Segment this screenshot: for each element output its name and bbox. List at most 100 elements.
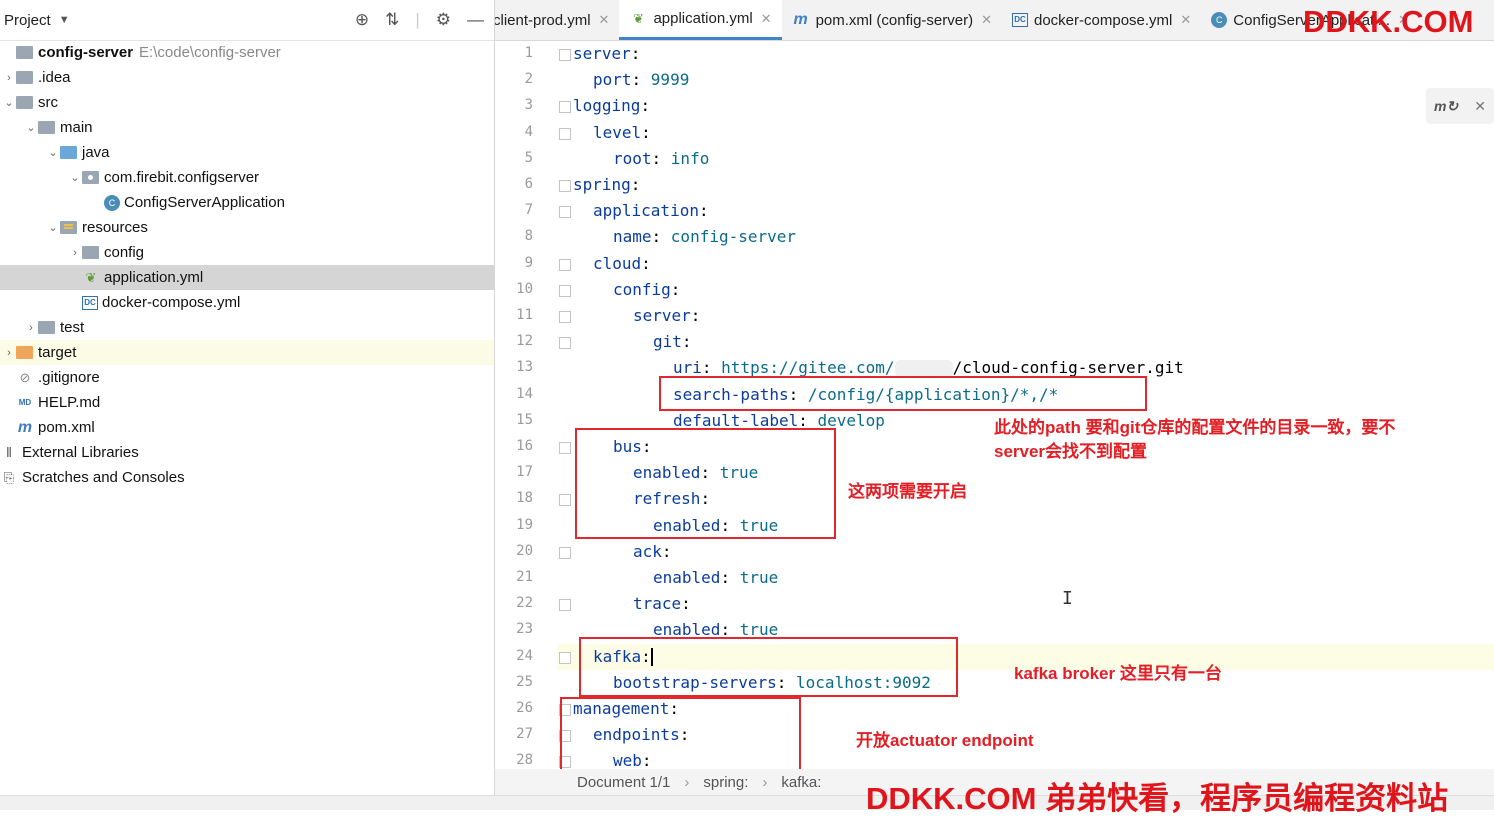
management-note: 开放actuator endpoint — [856, 731, 1034, 750]
tree-item[interactable]: ⫴ External Libraries — [0, 440, 494, 465]
line-number: 2 — [524, 71, 533, 88]
fold-marker-icon[interactable] — [559, 127, 571, 140]
code-line[interactable]: application: — [593, 198, 709, 224]
tree-item[interactable]: › config — [0, 240, 494, 265]
code-line[interactable]: enabled: true — [653, 565, 778, 591]
collapse-arrow-icon[interactable]: › — [68, 247, 82, 259]
code-line[interactable]: port: 9999 — [593, 67, 689, 93]
tree-item[interactable]: ⌄ src — [0, 90, 494, 115]
fold-marker-icon[interactable] — [559, 442, 571, 454]
project-tree: config-server E:\code\config-server › .idea… — [0, 40, 494, 490]
editor-tab[interactable]: ❦ application.yml ✕ — [619, 0, 782, 40]
tree-item[interactable]: ⌄ com.firebit.configserver — [0, 165, 494, 190]
close-icon[interactable]: ✕ — [599, 12, 610, 28]
yaml-key: enabled — [653, 568, 721, 587]
fold-marker-icon[interactable] — [559, 101, 571, 114]
tree-item[interactable]: › target — [0, 340, 494, 365]
code-line[interactable]: spring: — [573, 172, 640, 198]
fold-marker-icon[interactable] — [559, 599, 571, 612]
minimize-icon[interactable]: — — [467, 10, 484, 30]
line-number: 14 — [516, 385, 533, 402]
close-icon[interactable]: ✕ — [981, 12, 992, 28]
line-number: 21 — [516, 569, 533, 585]
collapse-icon[interactable]: ⇅ — [385, 10, 399, 30]
line-number: 20 — [516, 542, 533, 559]
folder-icon — [82, 246, 99, 259]
fold-marker-icon[interactable] — [559, 337, 571, 350]
code-line[interactable]: trace: — [633, 591, 691, 617]
fold-marker-icon[interactable] — [559, 206, 571, 219]
editor-tab[interactable]: client-prod.yml ✕ — [495, 0, 619, 40]
line-number: 17 — [516, 464, 533, 481]
expand-arrow-icon[interactable]: ⌄ — [46, 221, 60, 234]
tree-item[interactable]: ⊘ .gitignore — [0, 365, 494, 390]
code-line[interactable]: server: — [633, 303, 700, 329]
code-line[interactable]: git: — [653, 329, 692, 355]
excluded-folder-icon — [16, 346, 33, 359]
breadcrumb-item-spring[interactable]: spring: — [703, 774, 748, 791]
locate-icon[interactable]: ⊕ — [355, 10, 369, 30]
bus-highlight-box — [575, 428, 836, 539]
editor-tab[interactable]: m pom.xml (config-server) ✕ — [782, 0, 1002, 40]
tree-item[interactable]: ⌄ java — [0, 140, 494, 165]
line-number: 16 — [516, 438, 533, 454]
fold-marker-icon[interactable] — [559, 284, 571, 297]
collapse-arrow-icon[interactable]: › — [24, 322, 38, 334]
fold-marker-icon[interactable] — [559, 311, 571, 323]
tree-item[interactable]: ❦ application.yml — [0, 265, 494, 290]
tree-item[interactable]: C ConfigServerApplication — [0, 190, 494, 215]
project-view-selector[interactable]: Project — [0, 12, 51, 29]
fold-marker-icon[interactable] — [559, 258, 571, 271]
editor-tab[interactable]: DC docker-compose.yml ✕ — [1002, 0, 1201, 40]
text-cursor-icon: I — [1062, 588, 1073, 609]
tree-item-label: docker-compose.yml — [102, 294, 241, 311]
tree-item[interactable]: ⎘ Scratches and Consoles — [0, 465, 494, 490]
code-line[interactable]: level: — [593, 120, 651, 146]
yaml-value: https://gitee.com/ — [721, 358, 895, 378]
tree-item[interactable]: ⌄ resources — [0, 215, 494, 240]
line-number: 5 — [524, 149, 533, 166]
tab-label: pom.xml (config-server) — [815, 11, 974, 29]
chevron-down-icon[interactable]: ▼ — [59, 14, 70, 26]
fold-marker-icon[interactable] — [559, 494, 571, 507]
gear-icon[interactable]: ⚙ — [436, 10, 451, 30]
collapse-arrow-icon[interactable]: › — [2, 347, 16, 359]
code-line[interactable]: root: info — [613, 146, 709, 172]
close-icon[interactable]: ✕ — [1180, 12, 1191, 28]
line-number: 22 — [516, 595, 533, 612]
code-line[interactable]: config: — [613, 277, 680, 303]
expand-arrow-icon[interactable]: ⌄ — [68, 171, 82, 184]
tree-item[interactable]: m pom.xml — [0, 415, 494, 440]
tree-item[interactable]: config-server E:\code\config-server — [0, 40, 494, 65]
tree-item-label: pom.xml — [38, 419, 95, 436]
fold-marker-icon[interactable] — [559, 651, 571, 664]
line-number: 15 — [516, 411, 533, 428]
code-line[interactable]: cloud: — [593, 251, 651, 277]
fold-marker-icon[interactable] — [559, 49, 571, 61]
tree-item[interactable]: ⌄ main — [0, 115, 494, 140]
expand-arrow-icon[interactable]: ⌄ — [2, 96, 16, 109]
code-line[interactable]: server: — [573, 41, 640, 67]
breadcrumb-item-kafka[interactable]: kafka: — [781, 774, 821, 791]
close-icon[interactable]: ✕ — [1474, 98, 1486, 115]
tree-item[interactable]: › test — [0, 315, 494, 340]
fold-marker-icon[interactable] — [559, 546, 571, 559]
tree-item[interactable]: MD HELP.md — [0, 390, 494, 415]
breadcrumb-separator: › — [684, 773, 690, 791]
line-number: 12 — [516, 333, 533, 350]
fold-marker-icon[interactable] — [559, 180, 571, 192]
maven-reload-icon[interactable]: m↻ — [1434, 98, 1458, 115]
line-number: 4 — [524, 123, 533, 140]
tree-item[interactable]: DC docker-compose.yml — [0, 290, 494, 315]
code-line[interactable]: logging: — [573, 93, 650, 119]
code-line[interactable]: name: config-server — [613, 224, 796, 250]
tree-item[interactable]: › .idea — [0, 65, 494, 90]
tree-item-label: application.yml — [104, 269, 204, 286]
expand-arrow-icon[interactable]: ⌄ — [24, 121, 38, 134]
collapse-arrow-icon[interactable]: › — [2, 72, 16, 84]
docker-compose-icon: DC — [1012, 13, 1028, 27]
expand-arrow-icon[interactable]: ⌄ — [46, 146, 60, 159]
maven-reload-popup: m↻ ✕ — [1426, 88, 1494, 124]
code-line[interactable]: ack: — [633, 539, 672, 565]
close-icon[interactable]: ✕ — [761, 11, 772, 27]
